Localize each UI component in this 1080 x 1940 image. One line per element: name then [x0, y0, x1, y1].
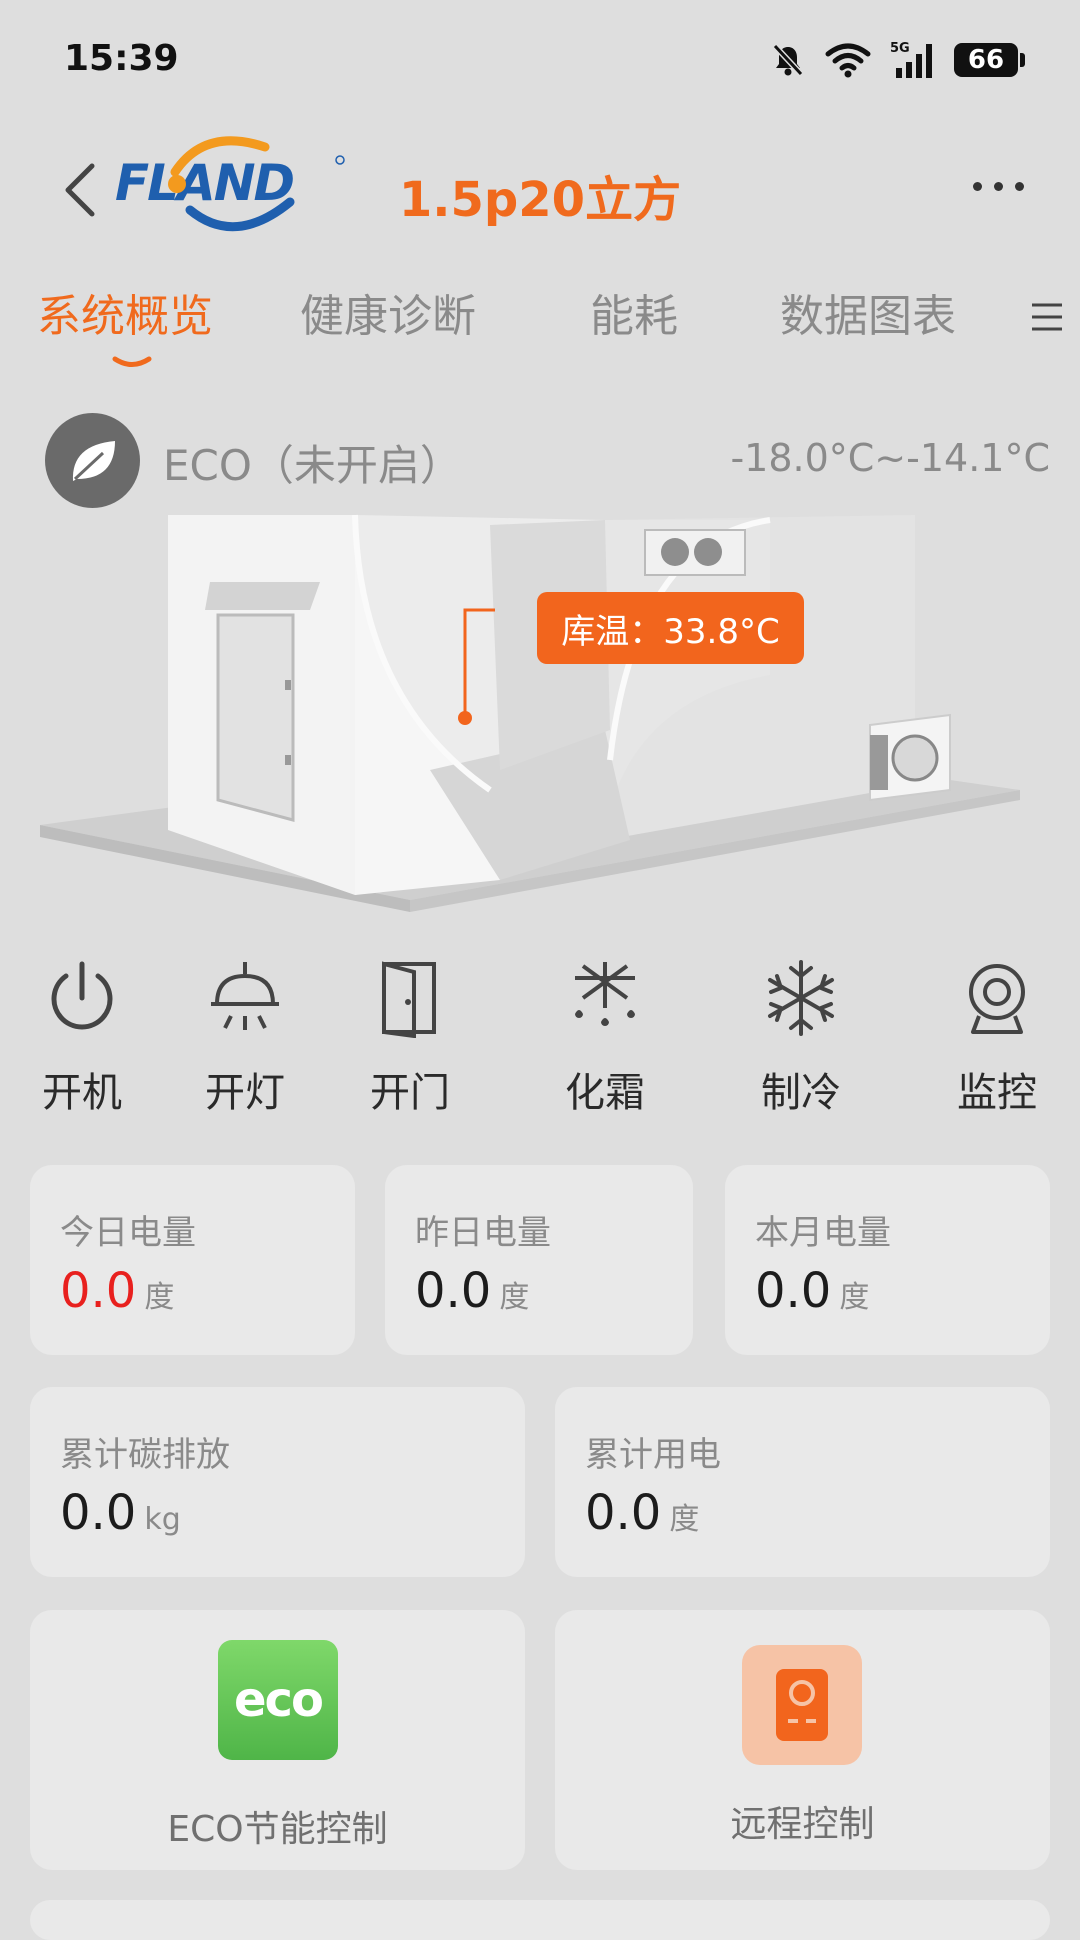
carbon-emission-value: 0.0 kg: [60, 1485, 181, 1541]
monitor-button[interactable]: 监控: [937, 958, 1057, 1118]
yesterday-power-label: 昨日电量: [415, 1213, 551, 1253]
remote-control-label: 远程控制: [730, 1804, 875, 1845]
light-button[interactable]: 开灯: [185, 958, 305, 1118]
eco-control-icon: eco: [218, 1640, 338, 1760]
yesterday-power-card[interactable]: 昨日电量 0.0 度: [385, 1165, 693, 1355]
status-time: 15:39: [64, 38, 179, 79]
leaf-icon: [72, 441, 115, 481]
monitor-label: 监控: [957, 1070, 1037, 1116]
room-temperature-badge: 库温：33.8°C: [537, 592, 804, 664]
power-icon: [51, 961, 113, 1030]
next-card-partial: [30, 1900, 1050, 1940]
temperature-range: -18.0°C~-14.1°C: [730, 436, 1050, 480]
door-icon: [382, 961, 436, 1038]
total-power-value: 0.0 度: [585, 1485, 700, 1541]
status-icons: 5G 66: [770, 40, 1025, 80]
cooling-label: 制冷: [761, 1070, 841, 1116]
tab-health-diagnosis[interactable]: 健康诊断: [300, 280, 476, 344]
tab-system-overview[interactable]: 系统概览: [37, 280, 213, 344]
eco-status-label: ECO（未开启）: [163, 441, 462, 490]
tab-energy[interactable]: 能耗: [590, 280, 678, 344]
today-power-card[interactable]: 今日电量 0.0 度: [30, 1165, 355, 1355]
defrost-button[interactable]: 化霜: [545, 958, 665, 1118]
active-tab-indicator: [112, 356, 152, 367]
camera-icon: [969, 964, 1025, 1034]
battery-indicator: 66: [954, 43, 1025, 77]
eco-icon-text: eco: [234, 1672, 324, 1728]
today-power-label: 今日电量: [60, 1213, 196, 1253]
tab-bar: 系统概览 健康诊断 能耗 数据图表: [0, 280, 1080, 360]
wifi-icon: [825, 43, 871, 78]
light-label: 开灯: [205, 1070, 285, 1116]
remote-control-card[interactable]: 远程控制: [555, 1610, 1050, 1870]
power-label: 开机: [42, 1070, 122, 1116]
month-power-value: 0.0 度: [755, 1263, 870, 1319]
eco-mode-toggle[interactable]: [45, 413, 140, 508]
today-power-value: 0.0 度: [60, 1263, 175, 1319]
month-power-label: 本月电量: [755, 1213, 891, 1253]
cooling-button[interactable]: 制冷: [741, 958, 861, 1118]
network-type: 5G: [890, 41, 910, 56]
remote-device-icon: [776, 1669, 828, 1741]
eco-control-card[interactable]: eco ECO节能控制: [30, 1610, 525, 1870]
tab-data-charts[interactable]: 数据图表: [780, 280, 956, 344]
light-icon: [211, 962, 279, 1030]
signal-icon: 5G: [890, 41, 932, 78]
defrost-label: 化霜: [565, 1070, 645, 1116]
tab-menu-icon[interactable]: [1030, 300, 1064, 334]
snowflake-icon: [768, 960, 834, 1036]
month-power-card[interactable]: 本月电量 0.0 度: [725, 1165, 1050, 1355]
cold-room-illustration: [40, 514, 1020, 912]
door-label: 开门: [370, 1070, 450, 1116]
page-title: 1.5p20立方: [398, 172, 682, 228]
eco-control-label: ECO节能控制: [167, 1809, 388, 1850]
power-button[interactable]: 开机: [22, 958, 142, 1118]
mute-bell-icon: [772, 43, 804, 77]
door-button[interactable]: 开门: [350, 958, 470, 1118]
remote-control-icon: [742, 1645, 862, 1765]
total-power-label: 累计用电: [585, 1435, 721, 1475]
defrost-icon: [575, 962, 635, 1026]
more-options-icon[interactable]: [973, 182, 1024, 191]
yesterday-power-value: 0.0 度: [415, 1263, 530, 1319]
total-power-card[interactable]: 累计用电 0.0 度: [555, 1387, 1050, 1577]
carbon-emission-label: 累计碳排放: [60, 1435, 230, 1475]
carbon-emission-card[interactable]: 累计碳排放 0.0 kg: [30, 1387, 525, 1577]
